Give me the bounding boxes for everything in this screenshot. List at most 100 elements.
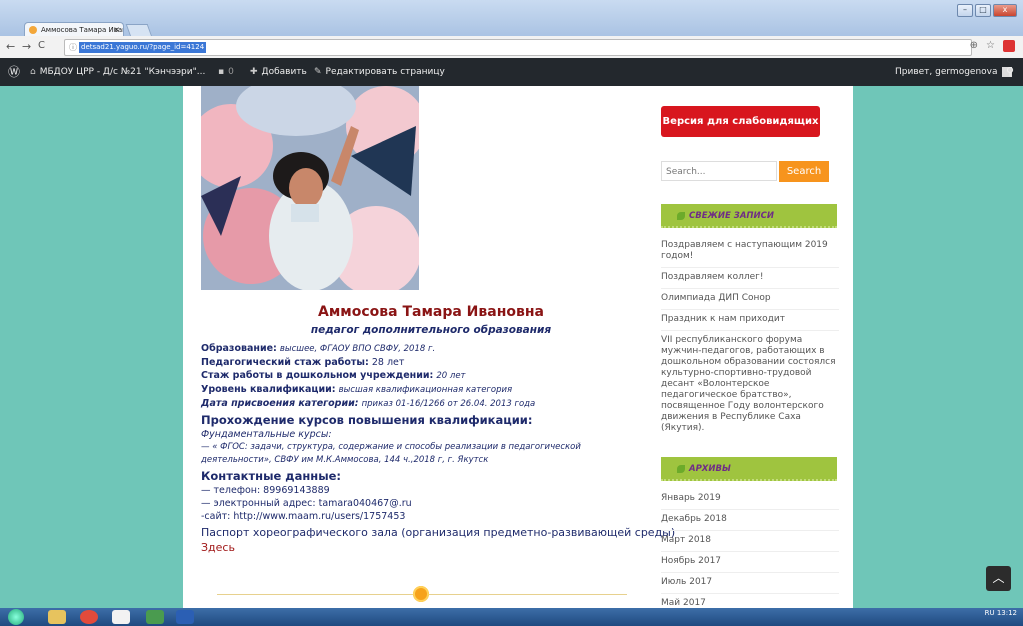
language-indicator[interactable]: RU [985,609,995,617]
admin-account-link[interactable]: Привет, germogenova [895,58,1012,86]
wordpress-logo-icon[interactable]: Ⓦ [8,58,20,86]
browser-toolbar: ← → C ⓘ detsad21.yaguo.ru/?page_id=4124 … [0,36,1023,59]
archive-link[interactable]: Декабрь 2018 [661,510,839,531]
toolbar-right: ⊕ ☆ [970,40,1015,52]
leaf-icon [677,465,685,473]
education-line: Образование: высшее, ФГАОУ ВПО СВФУ, 201… [201,342,631,356]
phone-line: — телефон: 89969143889 [201,485,330,496]
archives-title: АРХИВЫ [661,457,837,481]
archive-link[interactable]: Июль 2017 [661,573,839,594]
edit-label: Редактировать страницу [325,67,445,77]
yandex-taskbar-icon[interactable] [112,610,130,624]
leaf-icon [677,212,685,220]
windows-taskbar: RU 13:12 [0,608,1023,626]
browser-titlebar: Аммосова Тамара Иван × – □ x [0,0,1023,37]
archives-list: Январь 2019 Декабрь 2018 Март 2018 Ноябр… [661,489,839,608]
admin-comments-link[interactable]: ▪ 0 [218,58,234,86]
ped-experience-line: Педагогический стаж работы: 28 лет [201,356,631,369]
start-button[interactable] [8,609,24,625]
recent-posts-title-text: СВЕЖИЕ ЗАПИСИ [689,211,775,221]
search-button[interactable]: Search [779,161,829,182]
ped-experience-label: Педагогический стаж работы: [201,357,369,368]
forward-button[interactable]: → [22,40,31,53]
recent-post-link[interactable]: Олимпиада ДИП Сонор [661,289,839,310]
category-date-line: Дата присвоения категории: приказ 01-16/… [201,397,631,411]
archives-title-text: АРХИВЫ [689,464,731,474]
courses-subheading: Фундаментальные курсы: [201,429,332,440]
search-input[interactable]: Search... [661,161,777,181]
dou-experience-value: 20 лет [436,371,466,381]
extension-icon[interactable] [1003,40,1015,52]
explorer-taskbar-icon[interactable] [48,610,66,624]
education-value: высшее, ФГАОУ ВПО СВФУ, 2018 г. [279,344,436,354]
info-icon[interactable]: ⓘ [69,40,77,55]
here-link[interactable]: Здесь [201,540,631,556]
word-taskbar-icon[interactable] [176,610,194,624]
ped-experience-value: 28 лет [371,357,405,368]
admin-site-link[interactable]: ⌂ МБДОУ ЦРР - Д/с №21 "Кэнчээри"... [30,58,205,86]
archive-link[interactable]: Ноябрь 2017 [661,552,839,573]
chrome-taskbar-icon[interactable] [80,610,98,624]
archive-link[interactable]: Январь 2019 [661,489,839,510]
recent-post-link[interactable]: Праздник к нам приходит [661,310,839,331]
qualification-line: Уровень квалификации: высшая квалификаци… [201,383,631,397]
teacher-photo [201,86,419,290]
site-name: МБДОУ ЦРР - Д/с №21 "Кэнчээри"... [39,67,206,77]
passport-text: Паспорт хореографического зала (организа… [201,526,676,539]
window-controls: – □ x [957,4,1017,17]
address-bar[interactable]: ⓘ detsad21.yaguo.ru/?page_id=4124 [64,39,972,56]
dou-experience-line: Стаж работы в дошкольном учреждении: 20 … [201,369,631,383]
excel-taskbar-icon[interactable] [146,610,164,624]
wp-admin-bar: Ⓦ ⌂ МБДОУ ЦРР - Д/с №21 "Кэнчээри"... ▪ 0 … [0,58,1023,86]
teacher-photo-image [201,86,419,290]
qualification-value: высшая квалификационная категория [338,385,513,395]
recent-post-link[interactable]: Поздравляем коллег! [661,268,839,289]
admin-edit-link[interactable]: ✎ Редактировать страницу [314,58,445,86]
pencil-icon: ✎ [314,67,322,77]
person-role: педагог дополнительного образования [310,324,552,336]
browser-tab[interactable]: Аммосова Тамара Иван × [24,22,124,36]
tab-close-icon[interactable]: × [113,23,120,36]
category-date-label: Дата присвоения категории: [201,398,359,409]
education-label: Образование: [201,343,277,354]
scroll-to-top-button[interactable]: ︿ [986,566,1011,591]
tab-title: Аммосова Тамара Иван [41,26,124,34]
profile-content: Аммосова Тамара Ивановна педагог дополни… [201,304,676,556]
plus-icon: ✚ [250,67,258,77]
admin-search-icon[interactable]: ⚲ [1006,58,1014,86]
recent-post-link[interactable]: VII республиканского форума мужчин-педаг… [661,331,839,439]
maximize-button[interactable]: □ [975,4,991,17]
course-line-1: — « ФГОС: задачи, структура, содержание … [201,442,581,452]
admin-add-link[interactable]: ✚ Добавить [250,58,307,86]
dashboard-icon: ⌂ [30,67,36,77]
zoom-icon[interactable]: ⊕ [970,40,978,52]
archive-link[interactable]: Май 2017 [661,594,839,608]
add-label: Добавить [261,67,307,77]
reload-button[interactable]: C [38,40,45,51]
qualification-label: Уровень квалификации: [201,384,336,395]
person-name: Аммосова Тамара Ивановна [318,304,544,320]
favicon-icon [29,26,37,34]
recent-posts-title: СВЕЖИЕ ЗАПИСИ [661,204,837,228]
minimize-button[interactable]: – [957,4,973,17]
site-line: -сайт: http://www.maam.ru/users/1757453 [201,511,406,522]
comment-icon: ▪ [218,67,225,77]
category-date-value: приказ 01-16/1266 от 26.04. 2013 года [361,399,536,409]
clock[interactable]: 13:12 [997,609,1017,617]
recent-posts-list: Поздравляем с наступающим 2019 годом! По… [661,236,839,439]
page-content: Аммосова Тамара Ивановна педагог дополни… [183,86,853,608]
flower-ornament-icon [413,586,429,602]
contacts-heading: Контактные данные: [201,469,342,483]
low-vision-version-button[interactable]: Версия для слабовидящих [661,106,820,137]
url-text[interactable]: detsad21.yaguo.ru/?page_id=4124 [79,42,207,53]
archive-link[interactable]: Март 2018 [661,531,839,552]
dou-experience-label: Стаж работы в дошкольном учреждении: [201,370,434,381]
courses-heading: Прохождение курсов повышения квалификаци… [201,413,533,427]
recent-post-link[interactable]: Поздравляем с наступающим 2019 годом! [661,236,839,268]
back-button[interactable]: ← [6,40,15,53]
greeting: Привет, germogenova [895,67,998,77]
email-line: — электронный адрес: tamara040467@.ru [201,498,412,509]
bookmark-star-icon[interactable]: ☆ [986,40,995,52]
system-tray: RU 13:12 [985,610,1017,617]
close-window-button[interactable]: x [993,4,1017,17]
